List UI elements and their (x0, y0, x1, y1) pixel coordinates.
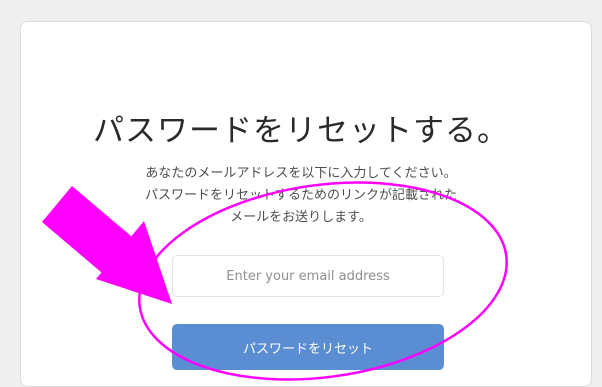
instructions-text: あなたのメールアドレスを以下に入力してください。パスワードをリセットするためのリ… (144, 166, 457, 225)
reset-password-button[interactable]: パスワードをリセット (172, 324, 444, 370)
page-title: パスワードをリセットする。 (93, 113, 509, 149)
screen: パスワードをリセットする。 あなたのメールアドレスを以下に入力してください。パス… (0, 0, 602, 387)
email-input[interactable] (172, 255, 444, 297)
